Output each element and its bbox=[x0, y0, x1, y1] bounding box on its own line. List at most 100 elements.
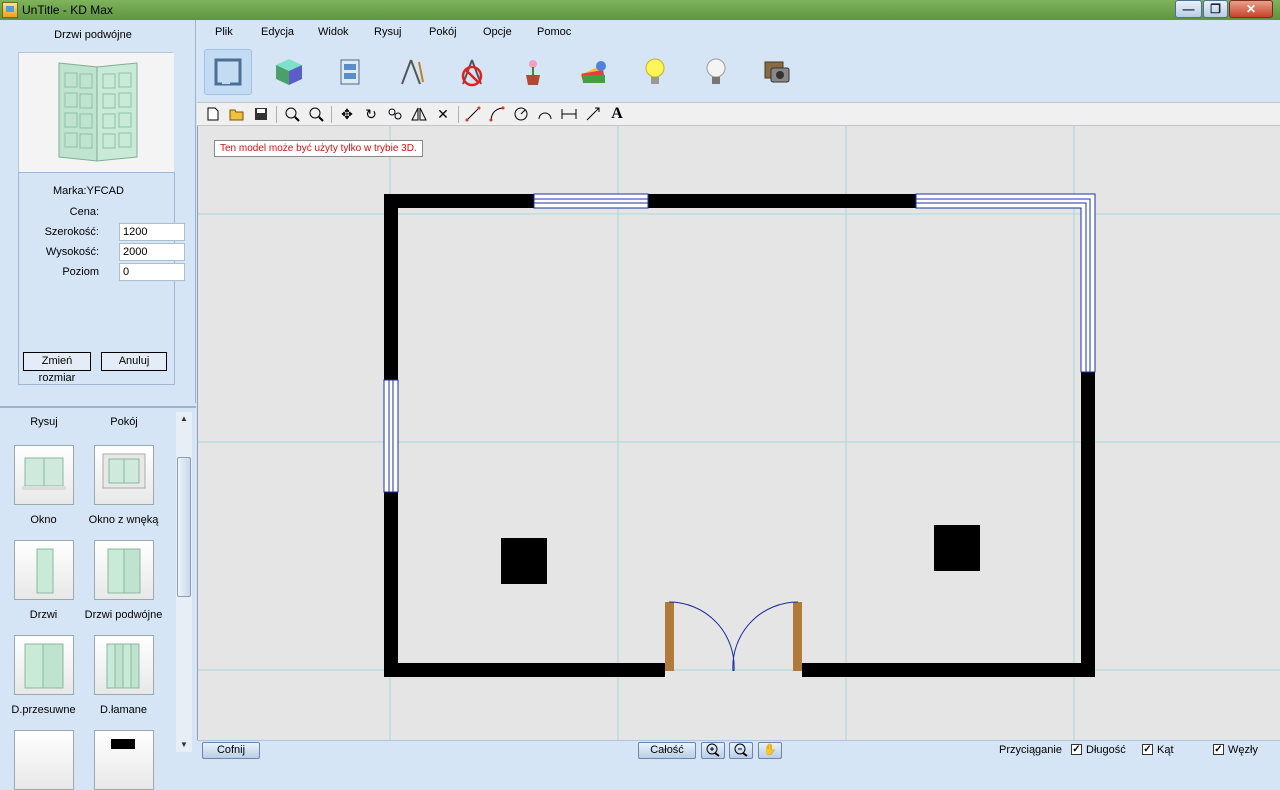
palette-item-window-niche[interactable]: Okno z wnęką bbox=[76, 445, 171, 526]
copy-icon[interactable] bbox=[386, 105, 404, 123]
cancel-button[interactable]: Anuluj bbox=[101, 352, 167, 371]
mirror-icon[interactable] bbox=[410, 105, 428, 123]
cabinet-icon[interactable] bbox=[326, 49, 374, 95]
angle-checkbox[interactable]: ✓ bbox=[1142, 744, 1153, 755]
3d-cube-icon[interactable] bbox=[265, 49, 313, 95]
angle-label: Kąt bbox=[1157, 744, 1174, 756]
toolbar-separator bbox=[458, 106, 459, 123]
tab-draw[interactable]: Rysuj bbox=[4, 416, 84, 428]
edit-toolbar: ✥ ↻ ✕ A bbox=[197, 102, 1280, 126]
door-icon bbox=[13, 540, 74, 600]
price-label: Cena: bbox=[69, 206, 99, 218]
menu-view[interactable]: Widok bbox=[318, 26, 349, 38]
selected-object-title: Drzwi podwójne bbox=[54, 29, 132, 41]
palette-item-label: Okno z wnęką bbox=[88, 514, 159, 526]
no-compass-icon[interactable] bbox=[448, 49, 496, 95]
curve-icon[interactable] bbox=[536, 105, 554, 123]
maximize-button[interactable]: ❐ bbox=[1203, 0, 1228, 18]
black-panel-icon bbox=[93, 730, 154, 790]
maximize-icon: ❐ bbox=[1210, 2, 1221, 16]
scroll-thumb[interactable] bbox=[177, 457, 191, 597]
title-bar: UnTitle - KD Max — ❐ ✕ bbox=[0, 0, 1280, 20]
length-checkbox[interactable]: ✓ bbox=[1071, 744, 1082, 755]
light-off-icon[interactable] bbox=[692, 49, 740, 95]
door-preview-image bbox=[18, 52, 174, 173]
palette-item-label: Drzwi podwójne bbox=[84, 609, 163, 621]
menu-edit[interactable]: Edycja bbox=[261, 26, 294, 38]
object-palette: Rysuj Pokój Okno Okno z wnęką Drzwi Drzw… bbox=[0, 406, 196, 790]
window-title: UnTitle - KD Max bbox=[22, 3, 113, 17]
color-palette-icon[interactable] bbox=[570, 49, 618, 95]
menu-help[interactable]: Pomoc bbox=[537, 26, 571, 38]
line-icon[interactable] bbox=[464, 105, 482, 123]
aligned-dimension-icon[interactable] bbox=[584, 105, 602, 123]
move-icon[interactable]: ✥ bbox=[338, 105, 356, 123]
palette-item-folding-door[interactable]: D.łamane bbox=[76, 635, 171, 716]
delete-icon[interactable]: ✕ bbox=[434, 105, 452, 123]
level-field[interactable]: 0 bbox=[119, 263, 185, 281]
folding-door-icon bbox=[93, 635, 154, 695]
menu-file[interactable]: Plik bbox=[215, 26, 233, 38]
window-niche-icon bbox=[93, 445, 154, 505]
flower-pot-icon[interactable] bbox=[509, 49, 557, 95]
menu-draw[interactable]: Rysuj bbox=[374, 26, 402, 38]
undo-button[interactable]: Cofnij bbox=[202, 742, 260, 759]
sliding-door-icon bbox=[13, 635, 74, 695]
zoom-previous-icon[interactable] bbox=[307, 105, 325, 123]
light-on-icon[interactable] bbox=[631, 49, 679, 95]
brand-label: Marka:YFCAD bbox=[53, 185, 124, 197]
status-bar: Cofnij Całość ✋ Przyciąganie ✓ Długość ✓… bbox=[197, 740, 1280, 760]
properties-panel: Drzwi podwójne Marka:YFCAD Cena: Szeroko… bbox=[0, 20, 196, 403]
width-label: Szerokość: bbox=[44, 226, 99, 238]
close-icon: ✕ bbox=[1245, 2, 1257, 16]
window-icon bbox=[13, 445, 74, 505]
minimize-icon: — bbox=[1182, 2, 1195, 16]
zoom-window-icon[interactable] bbox=[283, 105, 301, 123]
height-label: Wysokość: bbox=[45, 246, 99, 258]
toolbar-separator bbox=[331, 106, 332, 123]
zoom-out-icon[interactable] bbox=[729, 742, 753, 759]
menu-room[interactable]: Pokój bbox=[429, 26, 457, 38]
width-field[interactable]: 1200 bbox=[119, 223, 185, 241]
snap-label: Przyciąganie bbox=[999, 744, 1062, 756]
pan-hand-icon[interactable]: ✋ bbox=[758, 742, 782, 759]
camera-render-icon[interactable] bbox=[753, 49, 801, 95]
plan-view-icon[interactable] bbox=[204, 49, 252, 95]
new-file-icon[interactable] bbox=[204, 105, 222, 123]
menu-options[interactable]: Opcje bbox=[483, 26, 512, 38]
tab-room[interactable]: Pokój bbox=[84, 416, 164, 428]
floor-plan-canvas[interactable]: Ten model może być użyty tylko w trybie … bbox=[197, 126, 1280, 740]
minimize-button[interactable]: — bbox=[1175, 0, 1202, 18]
palette-scrollbar[interactable]: ▲ ▼ bbox=[176, 412, 192, 752]
palette-item-next[interactable] bbox=[76, 730, 171, 790]
arc-icon[interactable] bbox=[488, 105, 506, 123]
app-icon bbox=[2, 2, 18, 18]
length-label: Długość bbox=[1086, 744, 1126, 756]
height-field[interactable]: 2000 bbox=[119, 243, 185, 261]
palette-item-label: D.łamane bbox=[99, 704, 148, 716]
mode-notice: Ten model może być użyty tylko w trybie … bbox=[214, 140, 423, 157]
properties-form: Marka:YFCAD Cena: Szerokość: 1200 Wysoko… bbox=[18, 172, 185, 385]
dimension-icon[interactable] bbox=[560, 105, 578, 123]
close-button[interactable]: ✕ bbox=[1229, 0, 1273, 18]
floor-plan-drawing bbox=[198, 126, 1280, 740]
rotate-icon[interactable]: ↻ bbox=[362, 105, 380, 123]
window-icon bbox=[13, 730, 74, 790]
text-icon[interactable]: A bbox=[608, 105, 626, 123]
double-door-icon bbox=[93, 540, 154, 600]
scroll-down-icon[interactable]: ▼ bbox=[176, 738, 192, 752]
nodes-label: Węzły bbox=[1228, 744, 1258, 756]
scroll-up-icon[interactable]: ▲ bbox=[176, 412, 192, 426]
open-folder-icon[interactable] bbox=[228, 105, 246, 123]
circle-icon[interactable] bbox=[512, 105, 530, 123]
nodes-checkbox[interactable]: ✓ bbox=[1213, 744, 1224, 755]
palette-item-double-door[interactable]: Drzwi podwójne bbox=[76, 540, 171, 621]
save-icon[interactable] bbox=[252, 105, 270, 123]
level-label: Poziom bbox=[62, 266, 99, 278]
zoom-all-button[interactable]: Całość bbox=[638, 742, 696, 759]
zoom-in-icon[interactable] bbox=[701, 742, 725, 759]
drawing-compass-icon[interactable] bbox=[387, 49, 435, 95]
toolbar-separator bbox=[276, 106, 277, 123]
main-toolbar bbox=[197, 44, 1280, 100]
resize-button[interactable]: Zmień rozmiar bbox=[23, 352, 91, 384]
